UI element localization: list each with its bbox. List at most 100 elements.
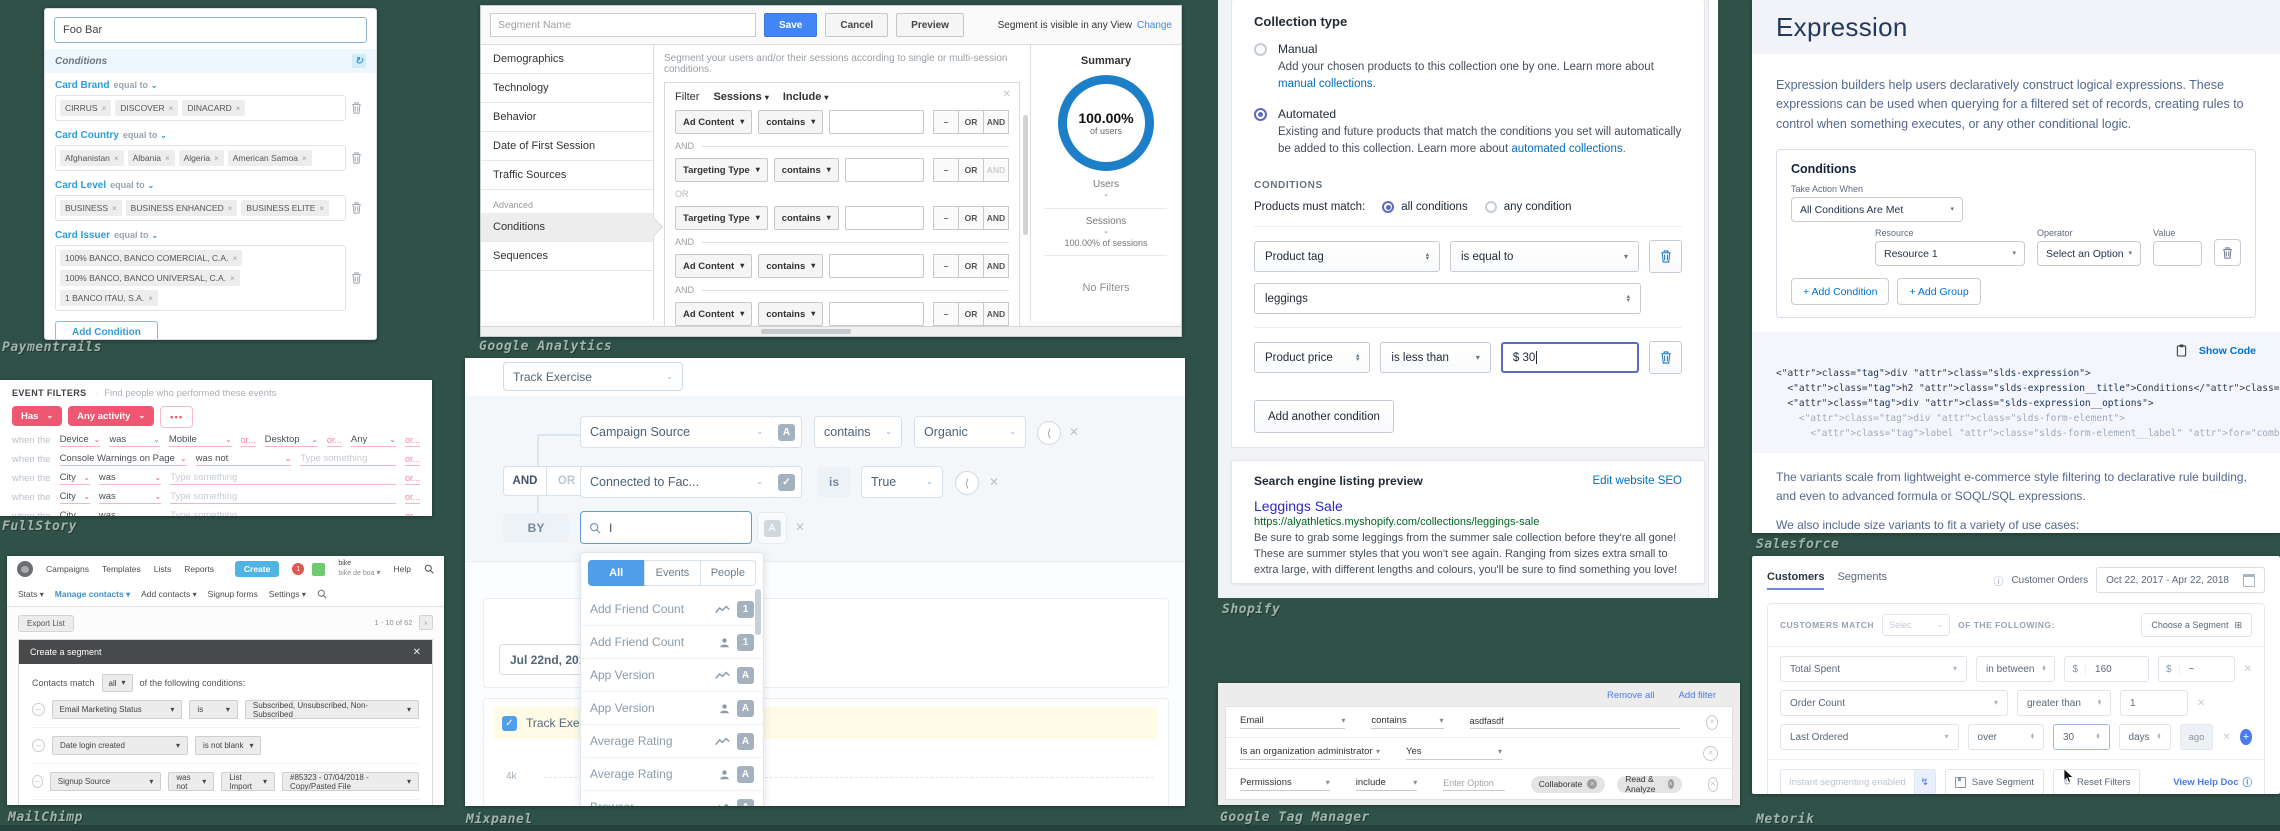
chip[interactable]: 1 BANCO ITAU, S.A.× [60,290,158,306]
dropdown-item[interactable]: BrowserA [581,791,763,806]
chip[interactable]: BUSINESS× [60,200,122,216]
avatar[interactable] [312,563,325,576]
close-icon[interactable]: ✕ [413,647,421,658]
remove-row-icon[interactable]: ✕ [2222,732,2230,743]
field-select[interactable]: Card Brandequal to ⌄ [55,80,157,91]
field-select[interactable]: Ad Content▾ [675,110,752,134]
field-select[interactable]: Product tag▴▾ [1254,241,1440,272]
subnav-add-contacts[interactable]: Add contacts ▾ [141,589,197,599]
operator-select[interactable]: was⌄ [99,510,161,516]
collapse-icon[interactable]: ⟨ [955,471,979,495]
file-select[interactable]: #85323 - 07/04/2018 - Copy/Pasted File▾ [282,772,419,791]
value-input[interactable] [829,110,924,134]
save-button[interactable]: Save [764,13,817,37]
tab-segments[interactable]: Segments [1837,571,1887,590]
value-input[interactable] [845,158,924,182]
operator-select[interactable]: contains⌄ [814,416,902,448]
or-link[interactable]: or... [405,492,420,504]
value-input[interactable]: Type something [170,510,396,516]
change-link[interactable]: Change [1137,20,1172,31]
add-condition-button[interactable]: Add Condition [55,321,158,340]
or-link[interactable]: or... [405,511,420,517]
tab-all[interactable]: All [588,560,644,586]
field-select[interactable]: Console Warnings on Page⌄ [60,453,187,466]
field-select[interactable]: City⌄ [60,491,90,504]
operator-select[interactable]: over▴▾ [1968,724,2044,750]
dropdown-item[interactable]: App VersionA [581,659,763,692]
remove-row-button[interactable]: – [933,110,959,134]
collapse-icon[interactable]: ⟨ [1037,421,1061,445]
chip[interactable]: Afghanistan× [60,150,124,166]
operator-select[interactable]: contains▾ [758,302,823,326]
trash-button[interactable] [2214,239,2241,266]
field-select[interactable]: Product price▴▾ [1254,342,1370,373]
value-input[interactable] [2153,241,2202,266]
dropdown-item[interactable]: Average RatingA [581,725,763,758]
all-conditions-option[interactable]: all conditions [1382,201,1467,213]
take-action-select[interactable]: All Conditions Are Met▾ [1791,197,1963,222]
field-select[interactable]: Total Spent▾ [1780,656,1967,682]
value-input[interactable]: Type something [300,453,396,466]
chip[interactable]: Albania× [128,150,175,166]
refresh-icon[interactable]: ↻ [352,54,366,68]
field-select[interactable]: Email Marketing Status▾ [52,700,183,719]
search-icon[interactable] [424,564,434,575]
operator-select[interactable]: is equal to▾ [1450,241,1639,272]
permission-chip[interactable]: Read & Analyze× [1617,776,1681,793]
field-select[interactable]: Targeting Type▾ [675,206,768,230]
field-select[interactable]: Device⌄ [60,434,101,447]
any-condition-option[interactable]: any condition [1485,201,1572,213]
remove-all-link[interactable]: Remove all [1607,690,1655,701]
field-select[interactable]: Ad Content▾ [675,254,752,278]
operator-select[interactable]: contains▾ [774,158,839,182]
subnav-signup-forms[interactable]: Signup forms [208,589,258,599]
tab-events[interactable]: Events [644,560,700,586]
amount-input-group[interactable]: $~ [2158,656,2235,682]
or-button[interactable]: OR [958,110,984,134]
field-select[interactable]: Targeting Type▾ [675,158,768,182]
nav-reports[interactable]: Reports [184,564,214,574]
sidebar-item-conditions[interactable]: Conditions [481,213,653,242]
remove-row-button[interactable]: – [933,302,959,326]
operator-select[interactable]: contains▾ [1371,715,1443,729]
operator-select[interactable]: contains▾ [774,206,839,230]
value-select[interactable]: Organic⌄ [914,416,1026,448]
nav-campaigns[interactable]: Campaigns [46,564,89,574]
close-icon[interactable]: ✕ [1003,89,1011,100]
copy-code-icon[interactable] [2176,342,2187,360]
remove-row-icon[interactable]: ✕ [989,475,999,489]
event-select[interactable]: Track Exercise⌄ [503,362,683,391]
days-value-input[interactable]: 30▴▾ [2053,724,2110,750]
remove-row-button[interactable]: – [933,206,959,230]
operator-select[interactable]: in between▴▾ [1976,656,2055,682]
chip[interactable]: DINACARD× [182,100,245,116]
operator-select[interactable]: is▾ [189,700,238,719]
trash-button[interactable] [1649,240,1682,273]
add-condition-button[interactable]: + Add Condition [1791,278,1889,305]
cancel-button[interactable]: Cancel [825,13,888,37]
operator-select[interactable]: was⌄ [99,491,161,504]
unit-select[interactable]: days▴▾ [2119,724,2171,750]
more-options-button[interactable]: ••• [160,406,193,428]
value-input[interactable]: Type something [170,491,396,504]
operator-select[interactable]: Yes▾ [1406,746,1502,760]
dropdown-item[interactable]: App VersionA [581,692,763,725]
value-select[interactable]: Desktop⌄ [265,434,318,447]
subnav-settings[interactable]: Settings ▾ [269,589,306,599]
manual-label[interactable]: Manual [1278,42,1682,56]
remove-row-icon[interactable]: ✕ [2197,698,2205,709]
remove-row-icon[interactable]: ✕ [2244,664,2252,675]
source-select[interactable]: List Import▾ [221,772,275,791]
save-segment-button[interactable]: Save Segment [1945,769,2044,794]
operator-select[interactable]: contains▾ [758,110,823,134]
or-link[interactable]: or... [327,435,342,447]
add-another-condition-button[interactable]: Add another condition [1254,400,1394,433]
nav-lists[interactable]: Lists [154,564,171,574]
operator-select[interactable]: was not▾ [168,772,214,791]
operator-select[interactable]: Select an Option▾ [2037,241,2141,266]
scrollbar[interactable] [755,589,761,635]
preview-button[interactable]: Preview [896,13,964,37]
chip-list[interactable]: BUSINESS× BUSINESS ENHANCED× BUSINESS EL… [55,195,346,221]
field-select[interactable]: Card Issuerequal to ⌄ [55,230,158,241]
tag-value-input[interactable]: leggings▴▾ [1254,283,1641,314]
